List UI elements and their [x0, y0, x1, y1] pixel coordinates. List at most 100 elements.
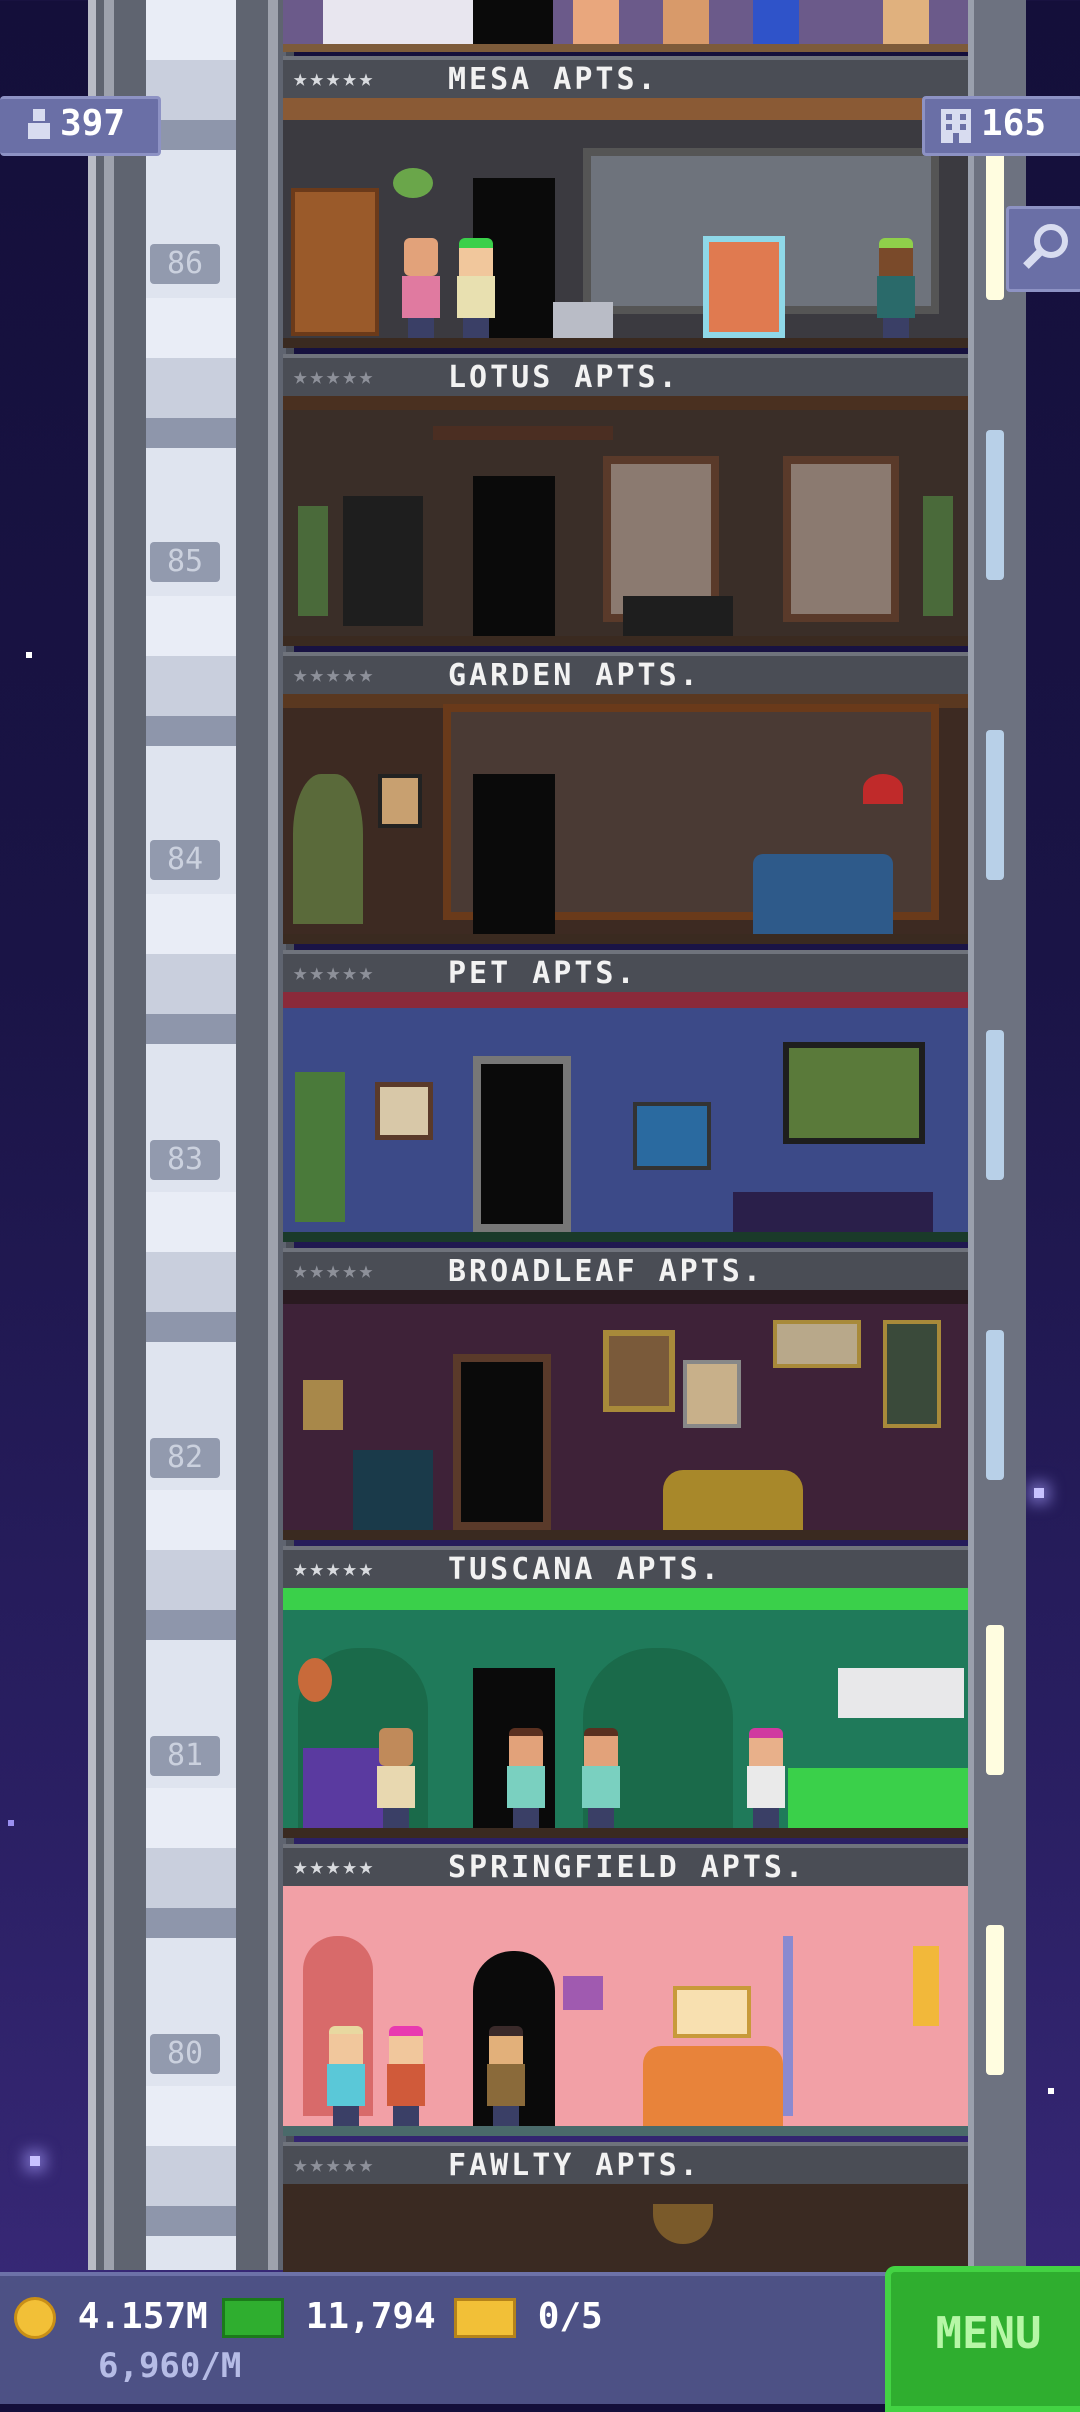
star	[1034, 1488, 1044, 1498]
picture-frame	[773, 1320, 861, 1368]
floor-tuscana-apts[interactable]: ★★★★★ TUSCANA APTS.	[283, 1546, 968, 1844]
floor-stars: ★★★★★	[293, 958, 376, 986]
person-icon	[26, 109, 52, 141]
room-interior	[283, 98, 968, 348]
magnifier-icon	[1021, 221, 1073, 282]
floor-name: PET APTS.	[448, 956, 638, 991]
plant	[298, 506, 328, 616]
floor-name: TUSCANA APTS.	[448, 1552, 722, 1587]
floor-sign: ★★★★★ MESA APTS.	[283, 56, 968, 98]
floor-counter[interactable]: 165	[922, 96, 1080, 156]
furniture	[323, 0, 483, 44]
floor-number: 86	[150, 244, 220, 284]
doorway	[453, 1354, 551, 1530]
resident	[373, 1728, 419, 1828]
resident	[323, 2026, 369, 2126]
star	[26, 652, 32, 658]
floor-count-value: 165	[981, 103, 1047, 144]
floor-sign: ★★★★★ SPRINGFIELD APTS.	[283, 1844, 968, 1886]
resident	[503, 1728, 549, 1828]
bookshelf	[291, 188, 379, 336]
income-rate: 6,960/M	[98, 2346, 242, 2386]
floor-sign: ★★★★★ PET APTS.	[283, 950, 968, 992]
room-interior	[283, 2184, 968, 2272]
floor-stars: ★★★★★	[293, 1256, 376, 1284]
floor-lotus-apts[interactable]: ★★★★★ LOTUS APTS.	[283, 354, 968, 652]
tower-window	[986, 1925, 1004, 2075]
plant	[293, 774, 363, 924]
population-counter[interactable]: 397	[0, 96, 161, 156]
search-button[interactable]	[1006, 206, 1080, 292]
tower-window	[986, 1030, 1004, 1180]
resident	[663, 0, 709, 44]
doorway	[473, 0, 553, 44]
room-interior	[283, 1588, 968, 1838]
floor-number: 84	[150, 840, 220, 880]
menu-label: MENU	[935, 2308, 1042, 2359]
room-interior	[283, 396, 968, 646]
tower-window	[986, 150, 1004, 300]
floor-stars: ★★★★★	[293, 64, 376, 92]
beam	[433, 426, 613, 440]
ticket-display[interactable]: 0/5	[454, 2296, 603, 2338]
floor-broadleaf-apts[interactable]: ★★★★★ BROADLEAF APTS.	[283, 1248, 968, 1546]
ticket-icon	[454, 2298, 516, 2338]
sofa	[753, 854, 893, 934]
bookshelf	[343, 496, 423, 626]
tower-window	[986, 1625, 1004, 1775]
floor-mesa-apts[interactable]: ★★★★★ MESA APTS.	[283, 56, 968, 354]
doorway	[473, 1056, 571, 1232]
lamp	[863, 774, 903, 804]
floor-fawlty-apts[interactable]: ★★★★★ FAWLTY APTS.	[283, 2142, 968, 2272]
floor-name: MESA APTS.	[448, 62, 659, 97]
pet-bed	[733, 1192, 933, 1232]
sofa	[663, 1470, 803, 1530]
sofa	[643, 2046, 783, 2126]
picture-frame	[378, 774, 422, 828]
tower-window	[986, 430, 1004, 580]
floor-pet-apts[interactable]: ★★★★★ PET APTS.	[283, 950, 968, 1248]
floor-stars: ★★★★★	[293, 2150, 376, 2178]
star	[8, 1820, 14, 1826]
coin-display[interactable]: 4.157M	[14, 2296, 208, 2339]
population-value: 397	[60, 103, 126, 144]
aquarium-shelf	[783, 1042, 925, 1144]
floor-stars: ★★★★★	[293, 660, 376, 688]
resident	[453, 238, 499, 338]
room-interior	[283, 1886, 968, 2136]
resident	[483, 2026, 529, 2126]
plant	[295, 1072, 345, 1222]
floor-number: 85	[150, 542, 220, 582]
floor-springfield-apts[interactable]: ★★★★★ SPRINGFIELD APTS.	[283, 1844, 968, 2142]
floor-name: GARDEN APTS.	[448, 658, 701, 693]
floor-sign: ★★★★★ FAWLTY APTS.	[283, 2142, 968, 2184]
tower-window	[986, 1330, 1004, 1480]
lamp	[303, 1380, 343, 1430]
tower-window	[986, 730, 1004, 880]
bux-display[interactable]: 11,794	[222, 2296, 436, 2338]
room-interior	[283, 1290, 968, 1540]
elevator-shaft[interactable]	[88, 0, 294, 2270]
doorway	[473, 476, 555, 636]
tickets-value: 0/5	[537, 2296, 603, 2337]
star	[30, 2156, 40, 2166]
resident	[753, 0, 799, 44]
plant	[923, 496, 953, 616]
bux-value: 11,794	[305, 2296, 436, 2337]
fish-tank	[633, 1102, 711, 1170]
resident	[883, 0, 929, 44]
picture-frame	[375, 1082, 433, 1140]
floor-sign: ★★★★★ BROADLEAF APTS.	[283, 1248, 968, 1290]
resident	[398, 238, 444, 338]
doorway	[473, 774, 555, 934]
armchair	[353, 1450, 433, 1530]
resident	[573, 0, 619, 44]
floor-garden-apts[interactable]: ★★★★★ GARDEN APTS.	[283, 652, 968, 950]
room-interior	[283, 992, 968, 1242]
floor-name: SPRINGFIELD APTS.	[448, 1850, 807, 1885]
floor-partial-top[interactable]	[283, 0, 968, 56]
floor-number: 83	[150, 1140, 220, 1180]
picture-frame	[883, 1320, 941, 1428]
menu-button[interactable]: MENU	[885, 2266, 1080, 2412]
picture-frame	[603, 1330, 675, 1412]
